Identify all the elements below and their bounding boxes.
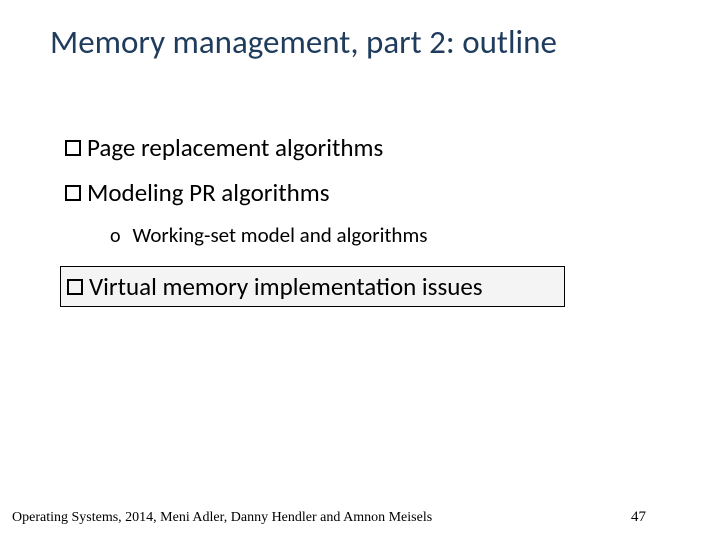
square-bullet-icon (65, 140, 81, 156)
slide-footer: Operating Systems, 2014, Meni Adler, Dan… (12, 509, 708, 526)
slide-title: Memory management, part 2: outline (50, 22, 680, 62)
slide: Memory management, part 2: outline Page … (0, 0, 720, 540)
bullet-label: Modeling PR algorithms (87, 177, 330, 208)
highlighted-bullet-item: Virtual memory implementation issues (60, 266, 565, 307)
bullet-label: Page replacement algorithms (87, 132, 383, 163)
bullet-item: Page replacement algorithms (65, 132, 680, 163)
circle-bullet-icon: o (110, 224, 121, 248)
page-number: 47 (631, 509, 646, 526)
footer-credits: Operating Systems, 2014, Meni Adler, Dan… (12, 510, 432, 526)
sub-bullet-label: Working-set model and algorithms (133, 222, 428, 248)
sub-bullet-item: o Working-set model and algorithms (110, 222, 680, 248)
bullet-label: Virtual memory implementation issues (89, 271, 483, 302)
bullet-item: Modeling PR algorithms (65, 177, 680, 208)
square-bullet-icon (65, 185, 81, 201)
square-bullet-icon (67, 279, 83, 295)
